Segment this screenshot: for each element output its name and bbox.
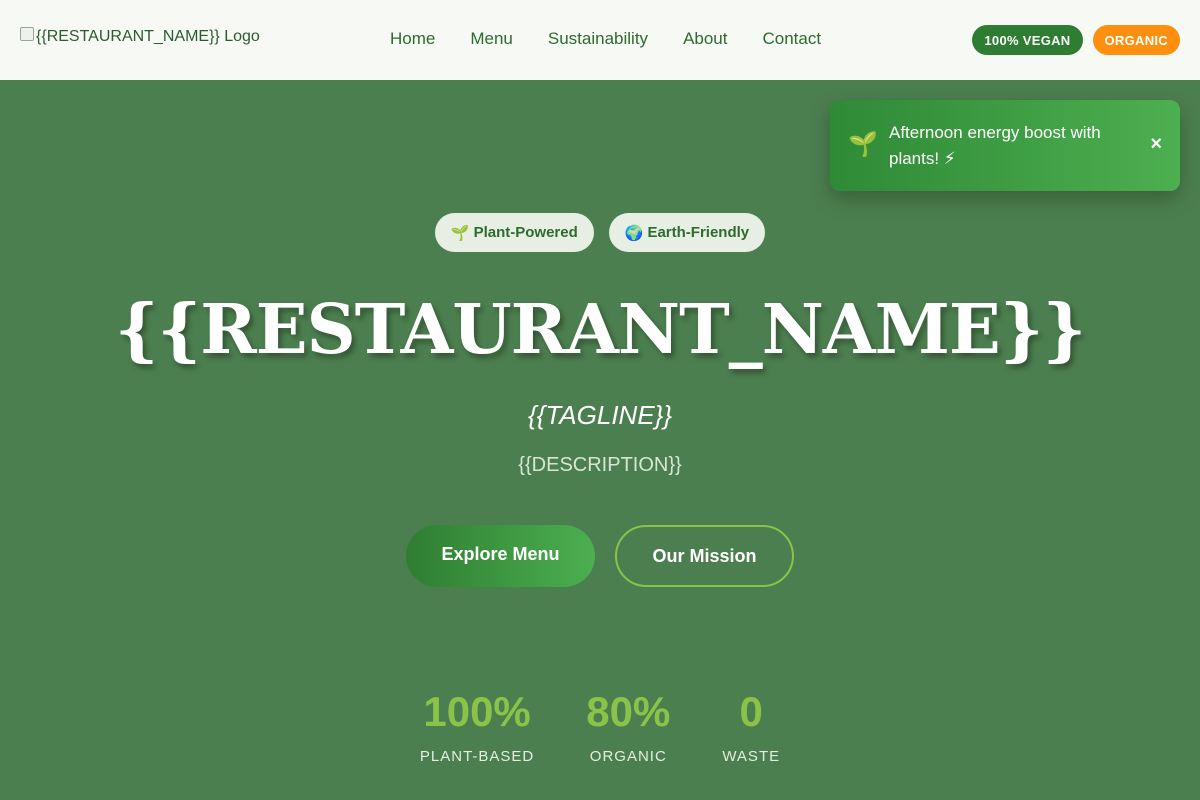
stat-value: 100% [423, 688, 531, 735]
stat-label: PLANT-BASED [419, 748, 535, 765]
hero-pills: 🌱 Plant-Powered 🌍 Earth-Friendly [0, 213, 1200, 252]
organic-badge: ORGANIC [1092, 25, 1180, 55]
hero-description: {{DESCRIPTION}} [518, 454, 682, 476]
site-header: {{RESTAURANT_NAME}} Logo Home Menu Susta… [0, 0, 1200, 80]
stats-row: 100% PLANT-BASED 80% ORGANIC 0 WASTE [0, 688, 1200, 765]
logo-alt-text: {{RESTAURANT_NAME}} Logo [36, 28, 260, 45]
earth-friendly-pill: 🌍 Earth-Friendly [608, 213, 766, 252]
notification-toast: 🌱 Afternoon energy boost with plants! ⚡ … [830, 100, 1180, 191]
close-icon[interactable]: × [1150, 133, 1162, 156]
stat-label: ORGANIC [589, 748, 667, 765]
stat-organic: 80% ORGANIC [586, 688, 670, 765]
vegan-badge: 100% VEGAN [972, 25, 1083, 55]
nav-about[interactable]: About [683, 29, 727, 49]
stat-waste: 0 WASTE [722, 688, 780, 765]
pill-label: Plant-Powered [473, 224, 578, 241]
seedling-icon: 🌱 [848, 131, 878, 158]
nav-sustainability[interactable]: Sustainability [548, 29, 648, 49]
broken-image-icon [20, 27, 34, 41]
seedling-icon: 🌱 [450, 224, 470, 242]
stat-plant-based: 100% PLANT-BASED [420, 688, 534, 765]
stat-value: 80% [586, 688, 671, 735]
our-mission-button[interactable]: Our Mission [615, 525, 794, 587]
nav-menu[interactable]: Menu [470, 29, 513, 49]
nav-contact[interactable]: Contact [763, 29, 822, 49]
explore-menu-button[interactable]: Explore Menu [406, 525, 595, 587]
stat-value: 0 [739, 688, 763, 735]
logo[interactable]: {{RESTAURANT_NAME}} Logo [20, 27, 260, 46]
toast-message: Afternoon energy boost with plants! ⚡ [889, 123, 1101, 168]
header-badges: 100% VEGAN ORGANIC [972, 25, 1180, 55]
hero-actions: Explore Menu Our Mission [0, 525, 1200, 587]
stat-label: WASTE [722, 748, 781, 765]
nav-home[interactable]: Home [390, 29, 435, 49]
plant-powered-pill: 🌱 Plant-Powered [434, 213, 594, 252]
hero-title: {{RESTAURANT_NAME}} [114, 290, 1086, 370]
globe-icon: 🌍 [624, 224, 644, 242]
main-nav: Home Menu Sustainability About Contact [390, 29, 821, 49]
pill-label: Earth-Friendly [647, 224, 750, 241]
hero-tagline: {{TAGLINE}} [527, 400, 673, 430]
